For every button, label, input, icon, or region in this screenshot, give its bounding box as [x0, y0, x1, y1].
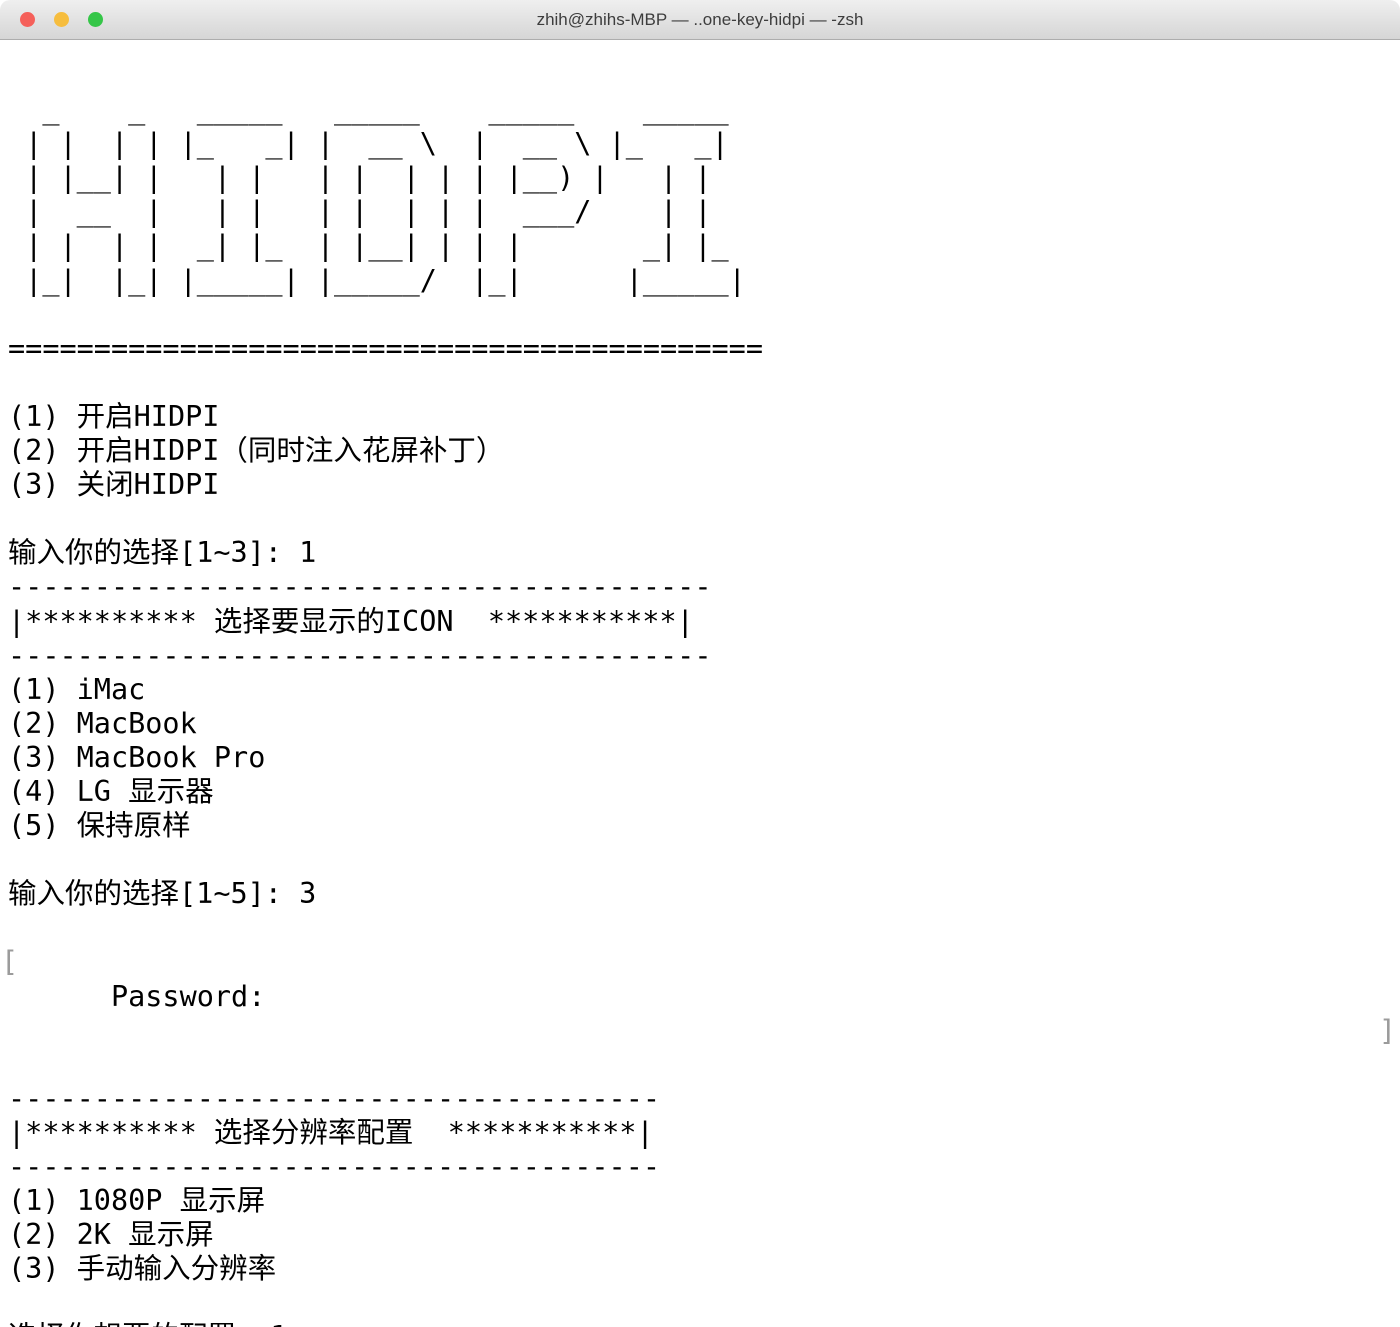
password-prompt[interactable]: Password:: [111, 980, 265, 1013]
titlebar[interactable]: zhih@zhihs-MBP — ..one-key-hidpi — -zsh: [0, 0, 1400, 40]
window-title: zhih@zhihs-MBP — ..one-key-hidpi — -zsh: [537, 10, 864, 30]
icon-item-lg-display: (4) LG 显示器: [8, 775, 1400, 809]
blank-line: [8, 502, 1400, 536]
resolution-item-2k: (2) 2K 显示屏: [8, 1218, 1400, 1252]
blank-line: [8, 843, 1400, 877]
minimize-button[interactable]: [54, 12, 69, 27]
menu-item-enable-hidpi: (1) 开启HIDPI: [8, 400, 1400, 434]
terminal-screen[interactable]: _ _ _____ _____ _____ _____ | | | | |_ _…: [0, 40, 1400, 1327]
choice-prompt-1-3: 输入你的选择[1~3]: 1: [8, 536, 1400, 570]
ascii-banner-line: | |__| | | | | | | | | |__) | | |: [8, 161, 1400, 195]
resolution-item-1080p: (1) 1080P 显示屏: [8, 1184, 1400, 1218]
zoom-button[interactable]: [88, 12, 103, 27]
blank-line: [8, 1286, 1400, 1320]
blank-line: [8, 366, 1400, 400]
dash-divider: --------------------------------------: [8, 1082, 1400, 1116]
ascii-banner-line: _ _ _____ _____ _____ _____: [8, 93, 1400, 127]
secure-input-right-bracket: ]: [1379, 1014, 1396, 1048]
icon-item-keep-original: (5) 保持原样: [8, 809, 1400, 843]
equals-divider: ========================================…: [8, 332, 1400, 366]
icon-item-imac: (1) iMac: [8, 673, 1400, 707]
icon-section-header: |********** 选择要显示的ICON ***********|: [8, 605, 1400, 639]
menu-item-enable-hidpi-patch: (2) 开启HIDPI（同时注入花屏补丁）: [8, 434, 1400, 468]
resolution-section-header: |********** 选择分辨率配置 ***********|: [8, 1116, 1400, 1150]
dash-divider: --------------------------------------: [8, 1150, 1400, 1184]
ascii-banner-line: | __ | | | | | | | | ___/ | |: [8, 195, 1400, 229]
password-line: [ Password: ]: [8, 911, 1400, 1081]
dash-divider: ----------------------------------------…: [8, 639, 1400, 673]
icon-item-macbook: (2) MacBook: [8, 707, 1400, 741]
ascii-banner-line: |_| |_| |_____| |_____/ |_| |_____|: [8, 264, 1400, 298]
terminal-window: zhih@zhihs-MBP — ..one-key-hidpi — -zsh …: [0, 0, 1400, 1327]
blank-line: [8, 59, 1400, 93]
config-choice-line: 选择你想要的配置: 1: [8, 1320, 1400, 1327]
choice-prompt-1-5: 输入你的选择[1~5]: 3: [8, 877, 1400, 911]
blank-line: [8, 298, 1400, 332]
icon-item-macbook-pro: (3) MacBook Pro: [8, 741, 1400, 775]
ascii-banner-line: | | | | _| |_ | |__| | | | _| |_: [8, 229, 1400, 263]
secure-input-left-bracket: [: [1, 945, 18, 979]
ascii-banner-line: | | | | |_ _| | __ \ | __ \ |_ _|: [8, 127, 1400, 161]
dash-divider: ----------------------------------------…: [8, 570, 1400, 604]
resolution-item-manual: (3) 手动输入分辨率: [8, 1252, 1400, 1286]
menu-item-disable-hidpi: (3) 关闭HIDPI: [8, 468, 1400, 502]
traffic-lights: [20, 0, 103, 39]
close-button[interactable]: [20, 12, 35, 27]
